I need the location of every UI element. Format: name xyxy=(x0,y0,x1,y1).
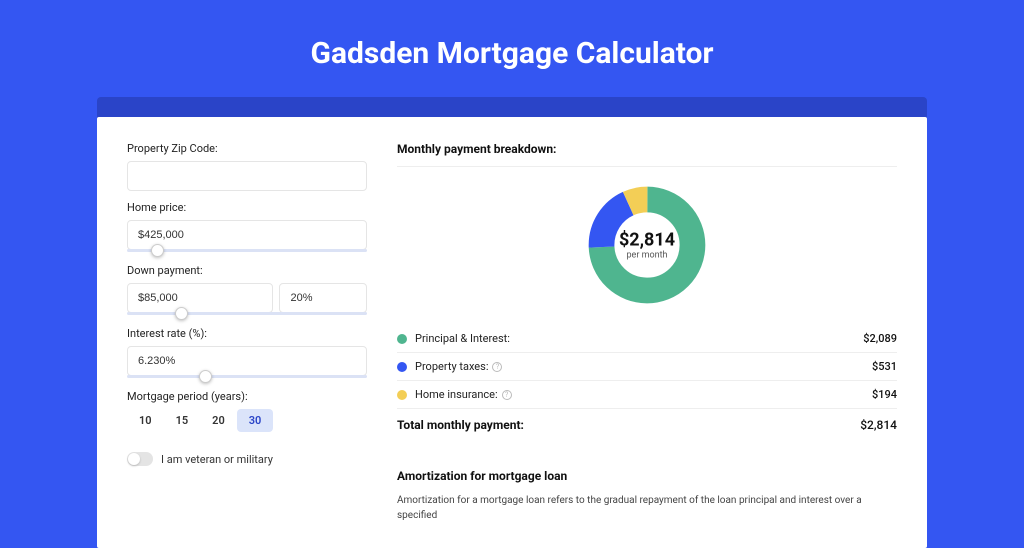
veteran-toggle[interactable] xyxy=(127,452,153,466)
down-payment-slider[interactable] xyxy=(127,312,367,315)
home-price-input[interactable] xyxy=(127,220,367,250)
total-row: Total monthly payment: $2,814 xyxy=(397,409,897,441)
legend: Principal & Interest: $2,089 Property ta… xyxy=(397,325,897,441)
zip-field: Property Zip Code: xyxy=(127,142,367,191)
legend-val-insurance: $194 xyxy=(872,388,897,401)
dot-principal-icon xyxy=(397,334,407,344)
donut-center: $2,814 per month xyxy=(619,230,675,261)
period-tab-30[interactable]: 30 xyxy=(237,409,274,432)
donut-sub: per month xyxy=(619,251,675,261)
zip-input[interactable] xyxy=(127,161,367,191)
page-title: Gadsden Mortgage Calculator xyxy=(0,0,1024,97)
legend-label-insurance: Home insurance: ? xyxy=(415,388,872,401)
info-icon[interactable]: ? xyxy=(492,362,502,372)
home-price-slider-thumb[interactable] xyxy=(151,244,164,257)
dot-taxes-icon xyxy=(397,362,407,372)
period-field: Mortgage period (years): 10 15 20 30 xyxy=(127,390,367,432)
veteran-toggle-knob xyxy=(128,453,140,465)
total-label: Total monthly payment: xyxy=(397,418,860,432)
legend-row-principal: Principal & Interest: $2,089 xyxy=(397,325,897,353)
rate-label: Interest rate (%): xyxy=(127,327,367,340)
period-tabs: 10 15 20 30 xyxy=(127,409,367,432)
legend-val-taxes: $531 xyxy=(872,360,897,373)
period-tab-20[interactable]: 20 xyxy=(200,409,237,432)
legend-row-taxes: Property taxes: ? $531 xyxy=(397,353,897,381)
legend-text-principal: Principal & Interest: xyxy=(415,332,510,345)
period-tab-15[interactable]: 15 xyxy=(164,409,201,432)
down-payment-label: Down payment: xyxy=(127,264,367,277)
down-payment-field: Down payment: xyxy=(127,264,367,315)
card-shadow: Property Zip Code: Home price: Down paym… xyxy=(97,97,927,497)
home-price-field: Home price: xyxy=(127,201,367,252)
legend-label-taxes: Property taxes: ? xyxy=(415,360,872,373)
rate-input[interactable] xyxy=(127,346,367,376)
legend-row-insurance: Home insurance: ? $194 xyxy=(397,381,897,409)
legend-val-principal: $2,089 xyxy=(863,332,897,345)
veteran-label: I am veteran or military xyxy=(161,453,273,466)
dot-insurance-icon xyxy=(397,390,407,400)
rate-field: Interest rate (%): xyxy=(127,327,367,378)
info-icon[interactable]: ? xyxy=(502,390,512,400)
amortization-text: Amortization for a mortgage loan refers … xyxy=(397,493,897,523)
legend-text-insurance: Home insurance: xyxy=(415,388,498,401)
donut-chart: $2,814 per month xyxy=(397,185,897,305)
period-tab-10[interactable]: 10 xyxy=(127,409,164,432)
veteran-row: I am veteran or military xyxy=(127,452,367,466)
zip-label: Property Zip Code: xyxy=(127,142,367,155)
home-price-label: Home price: xyxy=(127,201,367,214)
legend-text-taxes: Property taxes: xyxy=(415,360,488,373)
form-panel: Property Zip Code: Home price: Down paym… xyxy=(127,142,367,523)
calculator-card: Property Zip Code: Home price: Down paym… xyxy=(97,117,927,548)
breakdown-panel: Monthly payment breakdown: $2,814 per mo… xyxy=(397,142,897,523)
down-payment-slider-thumb[interactable] xyxy=(175,307,188,320)
breakdown-title: Monthly payment breakdown: xyxy=(397,142,897,167)
rate-slider[interactable] xyxy=(127,375,367,378)
app-root: Gadsden Mortgage Calculator Property Zip… xyxy=(0,0,1024,512)
donut-amount: $2,814 xyxy=(619,230,675,251)
period-label: Mortgage period (years): xyxy=(127,390,367,403)
amortization-title: Amortization for mortgage loan xyxy=(397,463,897,493)
legend-label-principal: Principal & Interest: xyxy=(415,332,863,345)
home-price-slider[interactable] xyxy=(127,249,367,252)
total-value: $2,814 xyxy=(860,418,897,432)
rate-slider-thumb[interactable] xyxy=(199,370,212,383)
down-payment-amount-input[interactable] xyxy=(127,283,273,313)
down-payment-percent-input[interactable] xyxy=(279,283,367,313)
